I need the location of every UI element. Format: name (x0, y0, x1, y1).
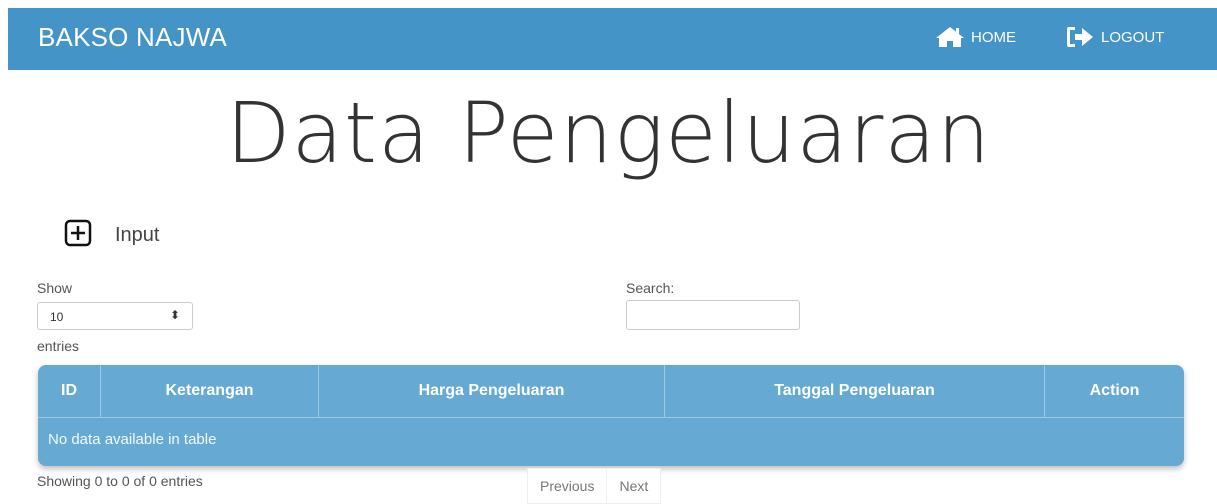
logout-icon (1065, 26, 1095, 48)
input-button[interactable]: Input (63, 218, 159, 253)
entries-label: entries (37, 338, 80, 354)
brand-title[interactable]: BAKSO NAJWA (38, 22, 227, 53)
plus-square-icon (63, 218, 93, 253)
logout-link[interactable]: LOGOUT (1065, 26, 1164, 48)
home-icon (935, 26, 965, 48)
column-header-action[interactable]: Action (1045, 365, 1184, 417)
navbar: BAKSO NAJWA HOME LOGOUT (8, 8, 1217, 70)
next-button[interactable]: Next (607, 468, 662, 504)
table-header: ID Keterangan Harga Pengeluaran Tanggal … (38, 365, 1184, 418)
page-title: Data Pengeluaran (225, 84, 992, 182)
page-length-value: 10 (50, 310, 64, 324)
table-info: Showing 0 to 0 of 0 entries (37, 473, 203, 489)
home-label: HOME (971, 28, 1016, 46)
column-header-id[interactable]: ID (38, 365, 101, 417)
column-header-keterangan[interactable]: Keterangan (101, 365, 319, 417)
column-header-tanggal[interactable]: Tanggal Pengeluaran (665, 365, 1045, 417)
column-header-harga[interactable]: Harga Pengeluaran (319, 365, 665, 417)
previous-button[interactable]: Previous (527, 468, 608, 504)
search-label: Search: (626, 280, 675, 296)
logout-label: LOGOUT (1101, 28, 1165, 46)
data-table: ID Keterangan Harga Pengeluaran Tanggal … (38, 365, 1184, 466)
search-input[interactable] (626, 300, 800, 330)
home-link[interactable]: HOME (935, 26, 1016, 48)
show-label: Show (37, 280, 73, 296)
empty-table-message: No data available in table (48, 431, 217, 448)
pagination: Previous Next (527, 468, 662, 504)
input-label: Input (115, 224, 160, 246)
page-length-select[interactable]: 10 ⬍ (37, 302, 193, 330)
updown-arrow-icon: ⬍ (169, 308, 180, 322)
